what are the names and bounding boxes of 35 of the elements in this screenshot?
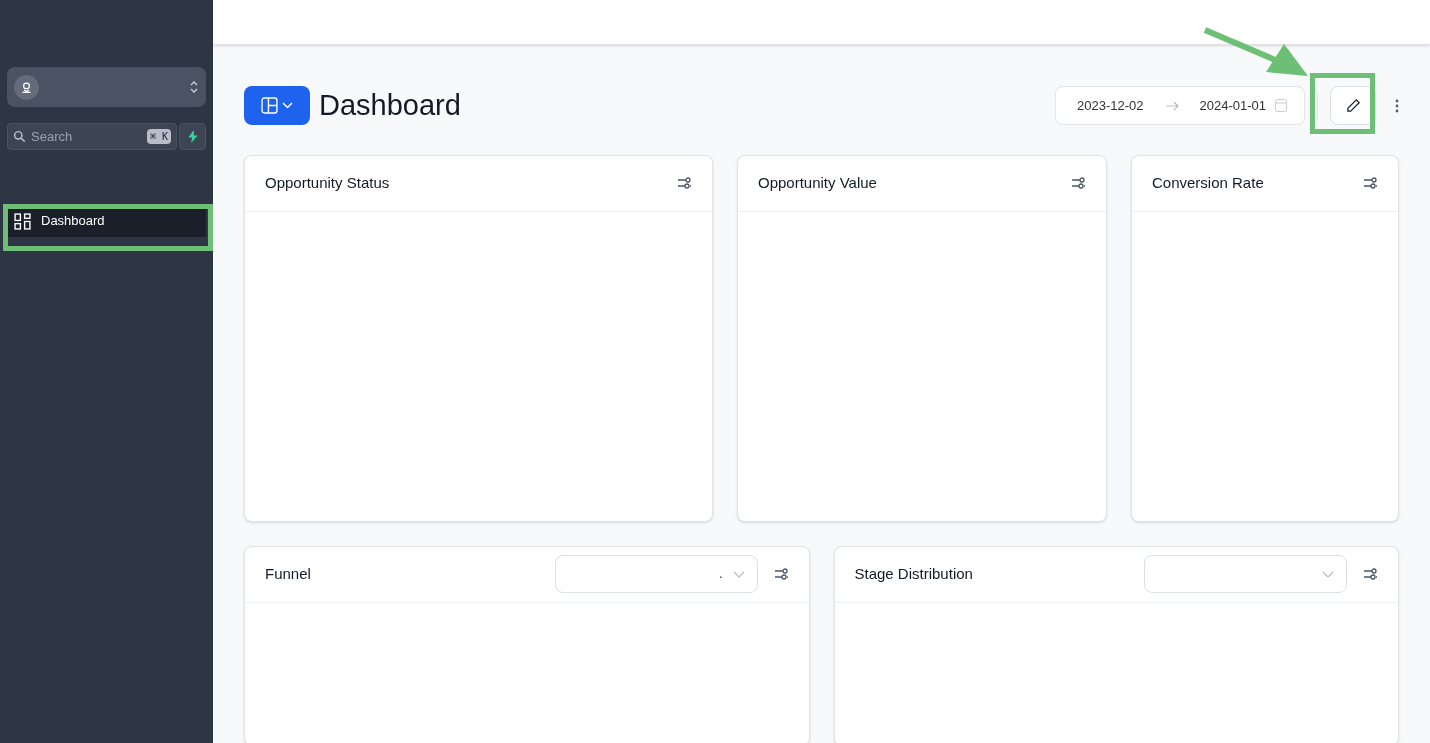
start-date: 2023-12-02 (1077, 97, 1144, 115)
card-title: Conversion Rate (1152, 172, 1265, 193)
highlight-frame (1310, 73, 1375, 134)
shortcut-key: ⌘ K (146, 129, 171, 144)
layout-icon (261, 97, 278, 115)
quick-action-button[interactable] (179, 123, 206, 150)
filter-sliders-icon[interactable] (1363, 568, 1378, 580)
lightning-icon (187, 130, 198, 143)
calendar-icon (1275, 99, 1287, 113)
chevron-down-icon (1322, 570, 1334, 578)
workspace-switcher[interactable] (7, 67, 206, 107)
card-title: Opportunity Value (758, 172, 878, 193)
filter-sliders-icon[interactable] (677, 177, 692, 189)
card-title: Funnel (265, 563, 312, 584)
filter-sliders-icon[interactable] (1071, 177, 1086, 189)
date-range-picker[interactable]: 2023-12-02 2024-01-01 (1055, 86, 1305, 126)
chevron-updown-icon (189, 79, 199, 95)
arrow-right-icon (1164, 100, 1179, 111)
layout-menu-button[interactable] (244, 86, 310, 126)
search-field[interactable]: Search ⌘ K (7, 123, 177, 150)
chevron-down-icon (282, 102, 293, 110)
filter-sliders-icon[interactable] (1363, 177, 1378, 189)
card-title: Opportunity Status (265, 172, 391, 193)
chevron-down-icon (732, 570, 745, 578)
dropdown-select[interactable]: . (554, 555, 758, 593)
search-input[interactable]: Search (31, 126, 142, 147)
pencil-icon (1345, 98, 1361, 114)
page-title: Dashboard (319, 88, 461, 123)
filter-sliders-icon[interactable] (773, 568, 789, 580)
card-title: Stage Distribution (854, 563, 974, 584)
search-icon (13, 130, 26, 143)
end-date: 2024-01-01 (1199, 97, 1266, 115)
location-pin-icon (14, 74, 39, 100)
more-options-icon[interactable] (1395, 98, 1399, 113)
grid-icon (14, 212, 31, 230)
